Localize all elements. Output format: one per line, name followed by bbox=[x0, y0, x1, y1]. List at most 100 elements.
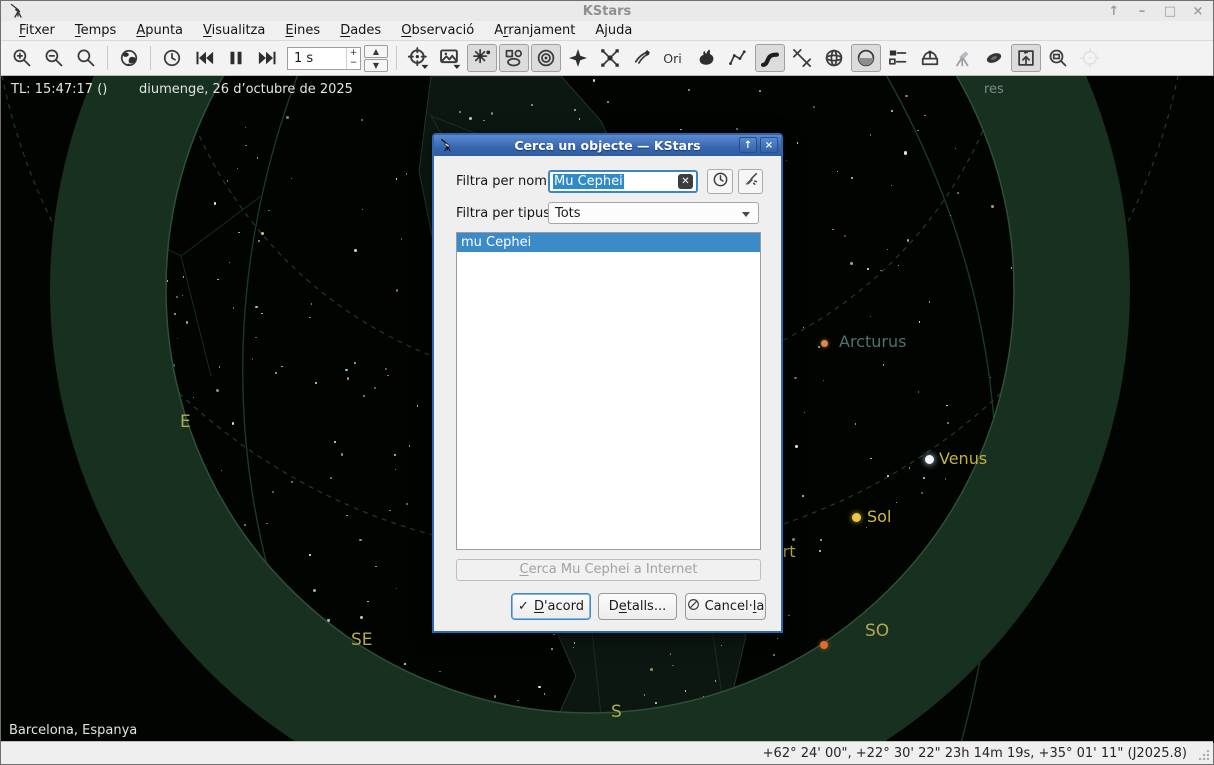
solar-system-icon bbox=[536, 48, 556, 68]
clear-text-icon[interactable]: ✕ bbox=[678, 174, 693, 189]
toggle-constellation-lines-button[interactable] bbox=[723, 44, 753, 72]
maximize-button[interactable]: □ bbox=[1161, 4, 1179, 19]
focus-info-label: res bbox=[984, 82, 1004, 97]
telescope-icon bbox=[952, 48, 972, 68]
type-filter-combobox[interactable]: Tots bbox=[548, 202, 759, 224]
toggle-flags-button[interactable] bbox=[883, 44, 913, 72]
history-button[interactable] bbox=[707, 169, 733, 194]
internet-search-button[interactable]: Cerca Mu Cephei a Internet bbox=[456, 559, 761, 581]
dialog-telescope-icon bbox=[439, 137, 454, 156]
check-icon: ✓ bbox=[518, 599, 529, 614]
rabbit-icon bbox=[696, 48, 716, 68]
time-unit-down-button[interactable]: ▼ bbox=[364, 59, 388, 72]
result-item[interactable]: mu Cephei bbox=[457, 233, 760, 252]
satellite-icon bbox=[600, 48, 620, 68]
sun-label[interactable]: Sol bbox=[867, 507, 891, 526]
stars-icon bbox=[472, 48, 492, 68]
galaxy-eye-icon bbox=[984, 48, 1004, 68]
toggle-constellation-boundaries-button[interactable] bbox=[787, 44, 817, 72]
menu-arranjament[interactable]: Arranjament bbox=[484, 21, 585, 40]
boundaries-icon bbox=[792, 48, 812, 68]
toggle-satellites-button[interactable] bbox=[595, 44, 625, 72]
menu-apunta[interactable]: Apunta bbox=[126, 21, 193, 40]
rewind-icon bbox=[193, 48, 215, 68]
coordinates-readout: +62° 24' 00", +22° 30' 22" 23h 14m 19s, … bbox=[763, 746, 1187, 761]
cancel-button[interactable]: Cancel·la bbox=[685, 593, 766, 620]
time-step-plus[interactable]: + bbox=[347, 48, 360, 58]
venus-star[interactable] bbox=[925, 455, 934, 464]
time-unit-stepper: ▲ ▼ bbox=[364, 45, 388, 72]
dialog-shade-button[interactable]: ↑ bbox=[739, 137, 757, 153]
telescope-button[interactable] bbox=[947, 44, 977, 72]
menu-fitxer[interactable]: Fitxer bbox=[9, 21, 65, 40]
bright-orange-star[interactable] bbox=[820, 641, 828, 649]
constellation-names-icon: Ori bbox=[662, 48, 686, 68]
shade-window-button[interactable]: ↑ bbox=[1105, 4, 1123, 19]
toggle-supernovae-button[interactable] bbox=[563, 44, 593, 72]
observatory-button[interactable] bbox=[915, 44, 945, 72]
dialog-close-button[interactable]: × bbox=[760, 137, 778, 153]
zoom-out-icon bbox=[44, 48, 64, 68]
toggle-horizon-button[interactable] bbox=[851, 44, 881, 72]
broom-icon bbox=[742, 171, 759, 192]
menu-dades[interactable]: Dades bbox=[330, 21, 391, 40]
menu-temps[interactable]: Temps bbox=[65, 21, 126, 40]
toggle-deepsky-button[interactable] bbox=[499, 44, 529, 72]
toggle-solar-system-button[interactable] bbox=[531, 44, 561, 72]
resize-grip[interactable] bbox=[1199, 750, 1209, 760]
arcturus-label[interactable]: Arcturus bbox=[839, 332, 906, 351]
ok-button[interactable]: ✓ D'acord bbox=[511, 593, 591, 620]
dialog-content: Filtra per nom: Mu Cephei ✕ Filtra per t… bbox=[434, 156, 781, 633]
details-button[interactable]: Detalls... bbox=[598, 593, 677, 620]
menu-eines[interactable]: Eines bbox=[275, 21, 330, 40]
compass-south-label: S bbox=[611, 702, 622, 722]
name-filter-input[interactable]: Mu Cephei ✕ bbox=[548, 170, 698, 193]
toggle-milkyway-button[interactable] bbox=[755, 44, 785, 72]
dialog-title: Cerca un objecte — KStars bbox=[434, 138, 781, 153]
toggle-stars-button[interactable] bbox=[467, 44, 497, 72]
time-step-input[interactable]: 1 s + − bbox=[287, 47, 361, 70]
track-object-button[interactable] bbox=[403, 44, 433, 72]
set-time-button[interactable] bbox=[157, 44, 187, 72]
minimize-button[interactable]: – bbox=[1133, 4, 1151, 19]
toggle-constellation-names-button[interactable]: Ori bbox=[659, 44, 689, 72]
dialog-titlebar[interactable]: Cerca un objecte — KStars ↑ × bbox=[434, 135, 781, 156]
time-forward-button[interactable] bbox=[253, 44, 283, 72]
menu-observacio[interactable]: Observació bbox=[391, 21, 484, 40]
close-button[interactable]: × bbox=[1189, 4, 1207, 19]
geolocation-button[interactable] bbox=[114, 44, 144, 72]
milky-way-icon bbox=[760, 48, 780, 68]
eyepiece-view-button[interactable] bbox=[979, 44, 1009, 72]
kstars-window: KStars ↑ – □ × Fitxer Temps Apunta Visua… bbox=[0, 0, 1214, 765]
name-filter-value: Mu Cephei bbox=[553, 174, 624, 189]
menu-visualitza[interactable]: Visualitza bbox=[193, 21, 275, 40]
find-object-button[interactable] bbox=[71, 44, 101, 72]
toggle-equatorial-grid-button[interactable] bbox=[819, 44, 849, 72]
time-pause-button[interactable] bbox=[221, 44, 251, 72]
clear-history-button[interactable] bbox=[738, 169, 763, 194]
dome-icon bbox=[920, 48, 940, 68]
window-title: KStars bbox=[1, 4, 1213, 19]
search-result-list[interactable]: mu Cephei bbox=[456, 232, 761, 550]
time-step-minus[interactable]: − bbox=[347, 58, 360, 68]
arcturus-star[interactable] bbox=[821, 340, 828, 347]
zoom-in-button[interactable] bbox=[7, 44, 37, 72]
fov-symbol-button[interactable] bbox=[435, 44, 465, 72]
venus-label[interactable]: Venus bbox=[939, 449, 987, 468]
time-rewind-button[interactable] bbox=[189, 44, 219, 72]
telescope-crosshair-button[interactable] bbox=[1075, 44, 1105, 72]
zoom-to-angular-size-button[interactable] bbox=[1043, 44, 1073, 72]
sun-star[interactable] bbox=[852, 513, 861, 522]
search-icon bbox=[76, 48, 96, 68]
toggle-comets-button[interactable] bbox=[627, 44, 657, 72]
supernova-icon bbox=[568, 48, 588, 68]
clock-icon bbox=[162, 48, 182, 68]
compass-southeast-label: SE bbox=[351, 630, 373, 650]
menu-ajuda[interactable]: Ajuda bbox=[585, 21, 642, 40]
fast-forward-icon bbox=[257, 48, 279, 68]
zoom-out-button[interactable] bbox=[39, 44, 69, 72]
no-entry-icon bbox=[687, 598, 700, 615]
toggle-constellation-art-button[interactable] bbox=[691, 44, 721, 72]
time-unit-up-button[interactable]: ▲ bbox=[364, 45, 388, 58]
whats-interesting-button[interactable] bbox=[1011, 44, 1041, 72]
